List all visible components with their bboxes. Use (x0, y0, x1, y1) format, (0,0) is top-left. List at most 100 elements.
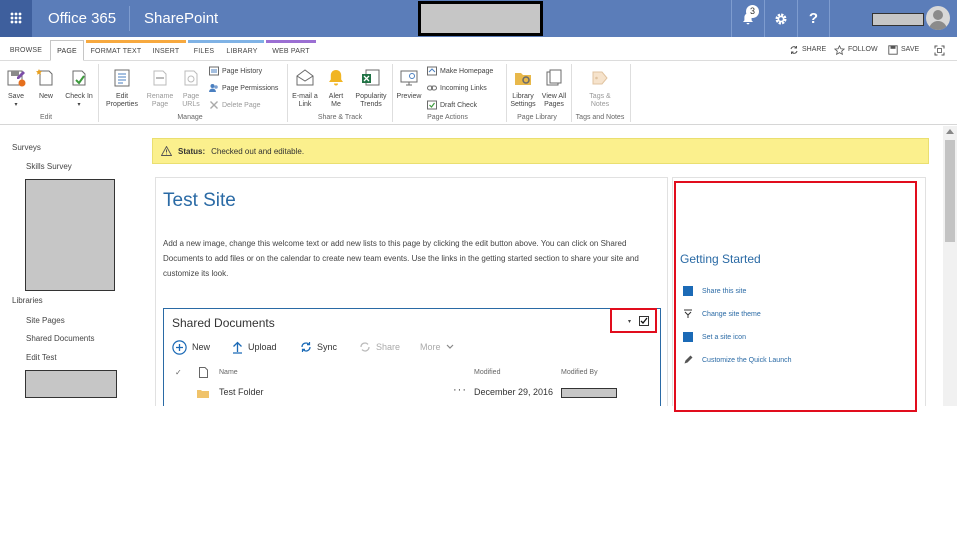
tab-insert[interactable]: INSERT (146, 40, 186, 61)
redacted-region (25, 370, 117, 398)
edit-properties-label: Edit Properties (106, 93, 138, 108)
ellipsis-menu-icon[interactable]: ··· (453, 384, 467, 396)
scrollbar-thumb[interactable] (945, 140, 955, 242)
link-icon (427, 85, 437, 91)
library-settings-button[interactable]: Library Settings (509, 68, 537, 109)
tab-format-text[interactable]: FORMAT TEXT (86, 40, 146, 61)
new-label: New (192, 342, 211, 352)
popularity-trends-button[interactable]: Popularity Trends (352, 68, 390, 109)
edit-properties-icon (114, 69, 130, 87)
new-document-button[interactable]: New (172, 339, 211, 355)
alert-me-button[interactable]: Alert Me (324, 68, 348, 109)
office-365-title[interactable]: Office 365 (48, 10, 116, 27)
rename-page-icon (153, 70, 167, 86)
sync-label: Sync (317, 342, 338, 352)
tab-library[interactable]: LIBRARY (220, 40, 264, 61)
rename-page-label: Rename Page (146, 93, 174, 108)
tags-notes-group-label: Tags and Notes (575, 114, 625, 121)
column-header-modified-by[interactable]: Modified By (561, 369, 598, 376)
nav-item-edit-test[interactable]: Edit Test (26, 353, 57, 362)
save-edit-icon (7, 70, 26, 87)
share-icon (790, 46, 798, 54)
share-doc-icon (360, 342, 370, 352)
follow-label: FOLLOW (848, 46, 878, 53)
email-link-label: E-mail a Link (292, 93, 318, 108)
nav-item-site-pages[interactable]: Site Pages (26, 316, 65, 325)
upload-button[interactable]: Upload (232, 340, 277, 354)
tags-icon (592, 71, 608, 85)
share-button[interactable]: SHARE (789, 43, 826, 57)
page-library-group-label: Page Library (517, 114, 557, 121)
focus-content-button[interactable] (934, 43, 945, 57)
tab-web-part[interactable]: WEB PART (266, 40, 316, 61)
nav-item-skills-survey[interactable]: Skills Survey (26, 162, 72, 171)
warning-icon (161, 146, 172, 156)
page-history-label: Page History (222, 67, 263, 75)
welcome-text: Add a new image, change this welcome tex… (163, 239, 639, 278)
app-launcher-button[interactable] (0, 0, 32, 37)
sync-button[interactable]: Sync (300, 340, 337, 354)
status-bar: Status: Checked out and editable. (152, 138, 929, 164)
select-all-check-icon[interactable]: ✓ (175, 368, 182, 377)
make-homepage-button[interactable]: Make Homepage (427, 65, 493, 77)
upload-icon (233, 341, 242, 354)
page-history-button[interactable]: Page History (209, 65, 262, 77)
rename-page-button[interactable]: Rename Page (145, 68, 175, 109)
redacted-region (561, 388, 617, 398)
settings-button[interactable] (764, 0, 797, 37)
tags-notes-button[interactable]: Tags & Notes (583, 68, 617, 109)
save-page-button[interactable]: SAVE (888, 43, 919, 57)
tab-page[interactable]: PAGE (50, 40, 84, 61)
incoming-links-button[interactable]: Incoming Links (427, 82, 487, 94)
tab-browse[interactable]: BROWSE (6, 40, 46, 61)
save-ribbon-button[interactable]: Save ▾ (4, 68, 28, 109)
ribbon-divider (98, 64, 99, 122)
delete-page-label: Delete Page (222, 101, 261, 109)
incoming-links-label: Incoming Links (440, 84, 487, 92)
preview-label: Preview (396, 93, 422, 100)
draft-check-label: Draft Check (440, 101, 477, 109)
share-document-button[interactable]: Share (359, 340, 400, 354)
view-all-pages-button[interactable]: View All Pages (539, 68, 569, 109)
more-commands-button[interactable]: More (420, 340, 454, 354)
edit-properties-button[interactable]: Edit Properties (103, 68, 141, 109)
doclib-title[interactable]: Shared Documents (172, 316, 275, 330)
page-permissions-button[interactable]: Page Permissions (209, 82, 278, 94)
ribbon-divider (287, 64, 288, 122)
column-header-name[interactable]: Name (219, 369, 238, 376)
file-type-icon (199, 367, 208, 378)
new-page-button[interactable]: New (34, 68, 58, 101)
column-header-modified[interactable]: Modified (474, 369, 500, 376)
page-urls-button[interactable]: Page URLs (177, 68, 205, 109)
page-history-icon (209, 66, 219, 76)
email-link-button[interactable]: E-mail a Link (290, 68, 320, 109)
table-row-name[interactable]: Test Folder (219, 387, 264, 397)
check-in-button[interactable]: Check In ▾ (62, 68, 96, 109)
highlight-box (610, 308, 657, 333)
tab-files[interactable]: FILES (188, 40, 220, 61)
popularity-trends-label: Popularity Trends (355, 93, 387, 108)
vertical-scrollbar[interactable] (943, 126, 957, 406)
page-title: Test Site (163, 190, 236, 211)
suite-divider (129, 6, 130, 31)
draft-check-icon (427, 100, 437, 110)
redacted-region (418, 1, 543, 36)
page-actions-group-label: Page Actions (427, 114, 468, 121)
tags-notes-label: Tags & Notes (589, 93, 611, 108)
email-icon (296, 69, 314, 86)
scroll-up-arrow-icon[interactable] (946, 129, 954, 134)
nav-libraries[interactable]: Libraries (12, 296, 43, 305)
share-doc-label: Share (376, 342, 401, 352)
draft-check-button[interactable]: Draft Check (427, 99, 477, 111)
nav-item-shared-documents[interactable]: Shared Documents (26, 334, 94, 343)
delete-page-button[interactable]: Delete Page (209, 99, 261, 111)
help-button[interactable]: ? (797, 0, 830, 37)
user-name-redacted[interactable] (872, 13, 924, 26)
redacted-region (25, 179, 115, 291)
page-urls-icon (184, 70, 198, 86)
follow-button[interactable]: FOLLOW (834, 43, 878, 57)
sharepoint-title[interactable]: SharePoint (144, 10, 218, 27)
nav-surveys[interactable]: Surveys (12, 143, 41, 152)
preview-button[interactable]: Preview (395, 68, 423, 101)
avatar[interactable] (926, 6, 950, 30)
